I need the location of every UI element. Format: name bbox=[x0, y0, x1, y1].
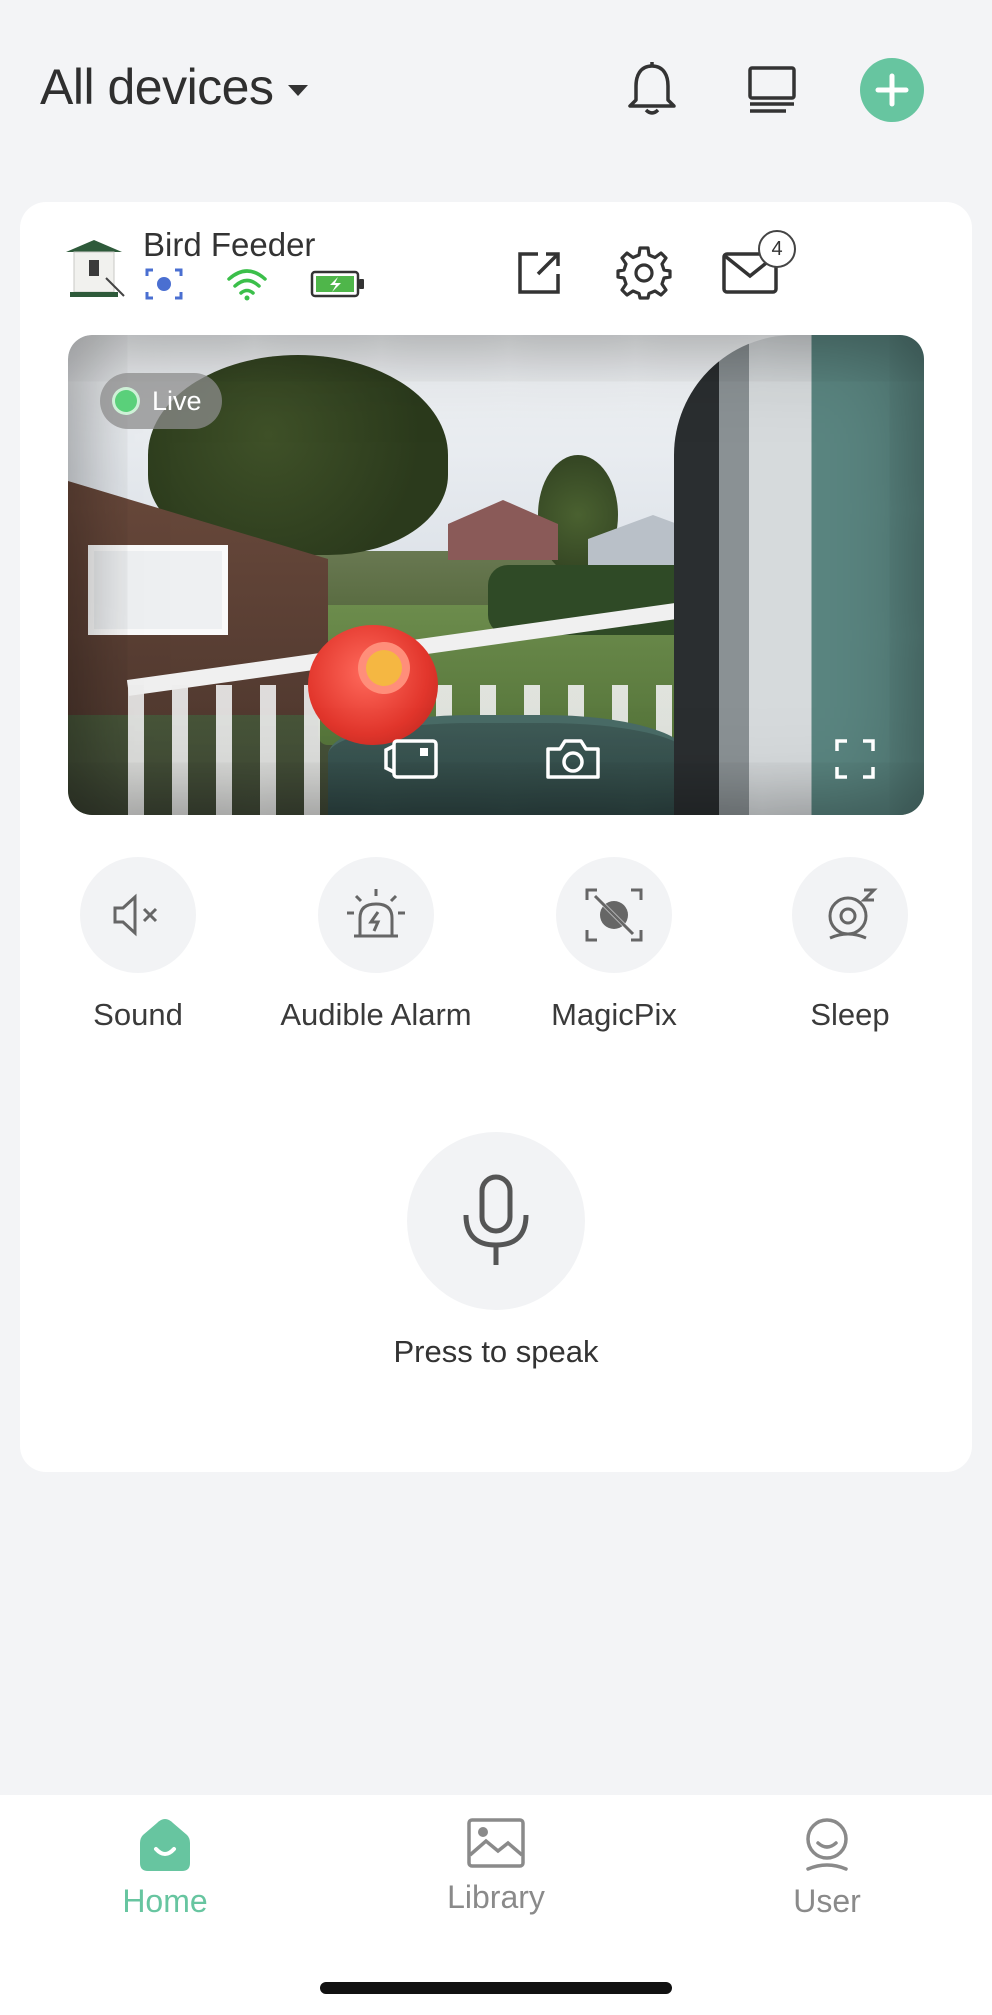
quick-controls: Sound Audible Alarm MagicPix Sleep bbox=[20, 857, 972, 1057]
gear-icon bbox=[616, 246, 672, 300]
devices-list-icon bbox=[748, 66, 796, 113]
push-to-talk: Press to speak bbox=[20, 1132, 972, 1370]
add-device-button[interactable] bbox=[860, 58, 924, 122]
bird-feeder-icon bbox=[66, 240, 125, 297]
snapshot-icon bbox=[546, 739, 600, 779]
audible-alarm-button[interactable] bbox=[318, 857, 434, 973]
sound-toggle[interactable]: Sound bbox=[18, 857, 258, 1033]
user-icon bbox=[806, 1818, 848, 1871]
messages-button[interactable]: 4 bbox=[720, 230, 796, 302]
fullscreen-button[interactable] bbox=[824, 733, 886, 785]
press-to-speak-button[interactable] bbox=[407, 1132, 585, 1310]
detection-icon bbox=[145, 268, 183, 300]
sleep-toggle[interactable]: Sleep bbox=[730, 857, 970, 1033]
message-count-badge: 4 bbox=[758, 230, 796, 268]
microphone-icon bbox=[463, 1174, 529, 1265]
sleep-label: Sleep bbox=[810, 997, 890, 1032]
device-status-icons bbox=[144, 266, 366, 302]
library-icon bbox=[467, 1818, 525, 1868]
device-card: Bird Feeder 4 Live Sound Audible Alarm M… bbox=[20, 202, 972, 1472]
record-icon bbox=[384, 739, 438, 779]
device-thumbnail[interactable] bbox=[62, 238, 126, 300]
plus-icon bbox=[875, 73, 909, 107]
tab-library-label: Library bbox=[447, 1879, 545, 1915]
sleep-icon bbox=[828, 888, 878, 940]
snapshot-button[interactable] bbox=[542, 733, 604, 785]
audible-alarm-toggle[interactable]: Audible Alarm bbox=[256, 857, 496, 1033]
live-label: Live bbox=[152, 385, 202, 416]
share-icon bbox=[518, 252, 560, 294]
tab-library[interactable]: Library bbox=[396, 1817, 596, 1916]
tab-home-label: Home bbox=[122, 1883, 208, 1919]
record-button[interactable] bbox=[380, 733, 442, 785]
audible-alarm-label: Audible Alarm bbox=[280, 997, 472, 1032]
battery-charging-icon bbox=[310, 270, 364, 298]
magicpix-label: MagicPix bbox=[551, 997, 677, 1032]
devices-list-button[interactable] bbox=[740, 58, 804, 122]
home-indicator[interactable] bbox=[320, 1982, 672, 1994]
magicpix-icon bbox=[585, 888, 643, 942]
alarm-icon bbox=[347, 889, 405, 938]
sound-label: Sound bbox=[93, 997, 183, 1032]
tab-home[interactable]: Home bbox=[65, 1817, 265, 1920]
live-indicator: Live bbox=[100, 373, 222, 429]
home-icon bbox=[140, 1819, 190, 1871]
speaker-muted-icon bbox=[113, 893, 158, 937]
fullscreen-icon bbox=[835, 739, 875, 779]
device-group-selector[interactable]: All devices bbox=[40, 58, 308, 116]
live-dot-icon bbox=[112, 387, 140, 415]
wifi-icon bbox=[227, 269, 267, 301]
sound-button[interactable] bbox=[80, 857, 196, 973]
magicpix-button[interactable] bbox=[556, 857, 672, 973]
app-screen: All devices Bird Feeder 4 Live Sound Aud… bbox=[0, 0, 992, 2015]
camera-live-view[interactable]: Live bbox=[68, 335, 924, 815]
top-bar: All devices bbox=[0, 0, 992, 180]
page-title: All devices bbox=[40, 59, 274, 115]
device-settings-button[interactable] bbox=[614, 242, 674, 302]
tab-user[interactable]: User bbox=[727, 1817, 927, 1920]
sleep-button[interactable] bbox=[792, 857, 908, 973]
tab-user-label: User bbox=[793, 1883, 861, 1919]
device-name: Bird Feeder bbox=[143, 226, 316, 263]
caret-down-icon bbox=[287, 84, 308, 96]
press-to-speak-label: Press to speak bbox=[393, 1334, 599, 1369]
magicpix-toggle[interactable]: MagicPix bbox=[494, 857, 734, 1033]
notifications-button[interactable] bbox=[620, 58, 684, 122]
share-button[interactable] bbox=[510, 242, 570, 302]
bell-icon bbox=[628, 62, 676, 115]
